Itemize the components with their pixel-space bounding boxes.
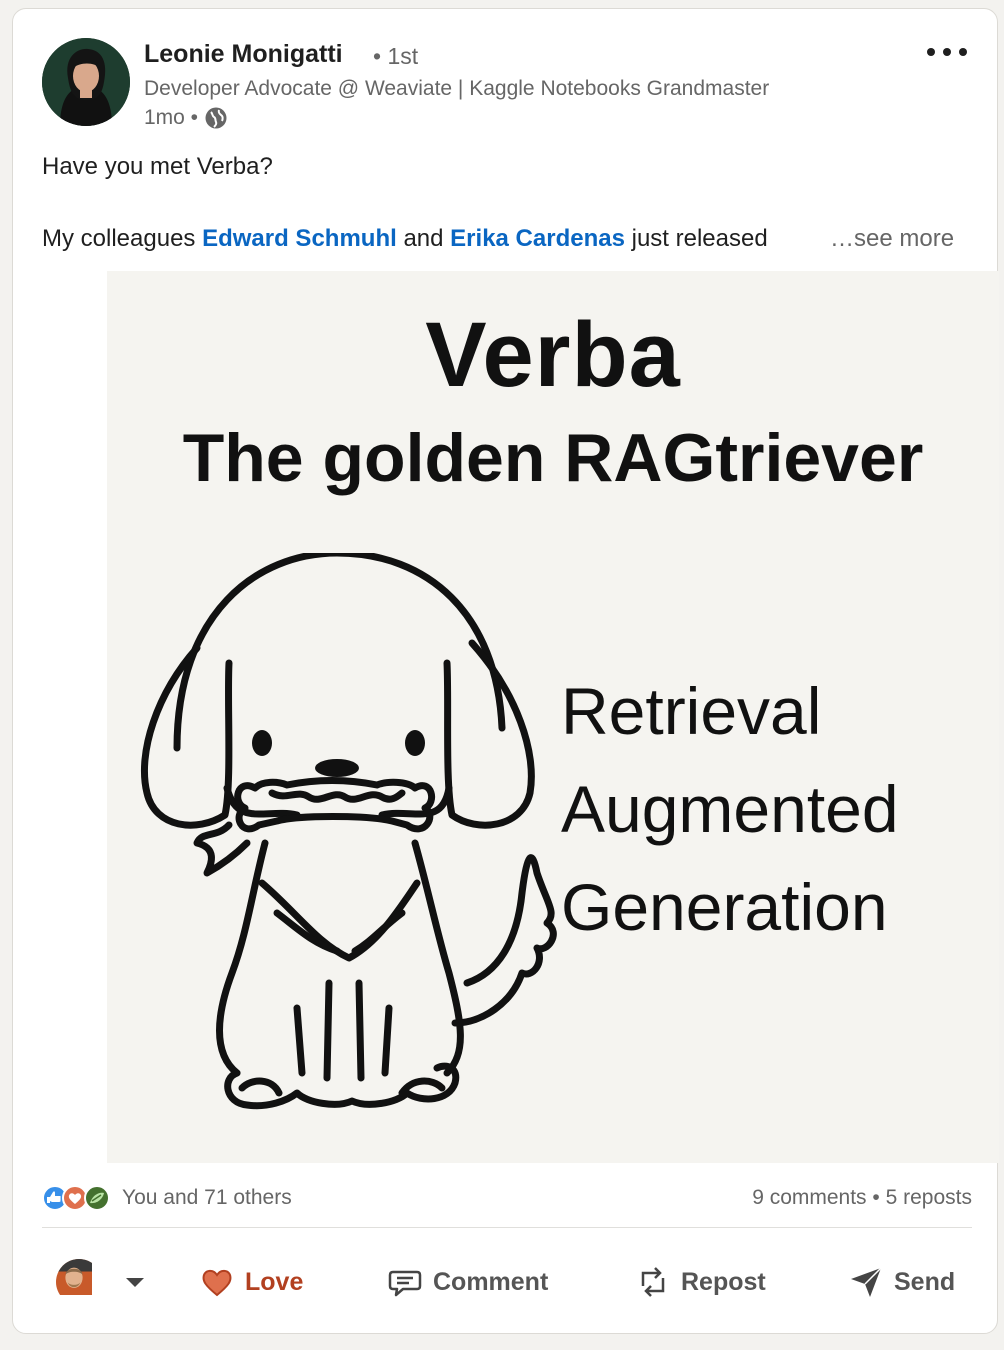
text-fragment: My colleagues <box>42 225 203 252</box>
user-avatar <box>56 1259 102 1305</box>
post-actions-bar: Love Comment Repost Send <box>42 1249 972 1315</box>
love-button[interactable]: Love <box>199 1249 303 1315</box>
see-more-link[interactable]: …see more <box>828 225 955 253</box>
globe-icon <box>204 106 228 130</box>
post-text-line1: Have you met Verba? <box>42 153 273 180</box>
post-image[interactable]: Verba The golden RAGtriever Retrieval Au… <box>107 271 999 1163</box>
comment-icon <box>388 1270 422 1297</box>
dot-icon <box>943 48 951 56</box>
heart-icon <box>202 1269 232 1297</box>
connection-degree: • 1st <box>373 43 419 69</box>
reactions-count[interactable]: You and 71 others <box>122 1186 292 1210</box>
dot-icon <box>959 48 967 56</box>
love-label: Love <box>245 1267 304 1296</box>
post-time: 1mo • <box>144 106 199 129</box>
reaction-icons[interactable] <box>42 1183 116 1213</box>
post-text-line2: My colleagues Edward Schmuhl and Erika C… <box>42 225 814 253</box>
repost-icon <box>641 1267 665 1297</box>
author-name[interactable]: Leonie Monigatti <box>144 40 343 69</box>
image-word-generation: Generation <box>561 870 888 944</box>
reposts-count[interactable]: 5 reposts <box>886 1186 972 1209</box>
count-separator: • <box>872 1186 880 1209</box>
image-subtitle: The golden RAGtriever <box>182 420 924 496</box>
author-avatar[interactable] <box>42 38 130 126</box>
insightful-icon <box>84 1185 110 1211</box>
more-options-button[interactable] <box>927 41 967 63</box>
comment-button[interactable]: Comment <box>387 1249 548 1315</box>
divider <box>42 1227 972 1228</box>
repost-button[interactable]: Repost <box>635 1249 766 1315</box>
comment-label: Comment <box>433 1267 549 1296</box>
dot-icon <box>927 48 935 56</box>
mention-erika-cardenas[interactable]: Erika Cardenas <box>450 225 625 252</box>
image-title: Verba <box>425 304 681 406</box>
send-icon <box>851 1267 882 1297</box>
chevron-down-icon <box>126 1277 144 1287</box>
text-fragment: and <box>396 225 451 252</box>
social-counts-row: You and 71 others 9 comments • 5 reposts <box>42 1181 972 1215</box>
send-label: Send <box>894 1267 956 1296</box>
author-headline: Developer Advocate @ Weaviate | Kaggle N… <box>144 77 770 100</box>
repost-label: Repost <box>681 1267 766 1296</box>
dog-illustration <box>140 553 557 1110</box>
post-meta: 1mo • <box>144 106 228 130</box>
image-word-retrieval: Retrieval <box>561 674 822 748</box>
send-button[interactable]: Send <box>848 1249 955 1315</box>
reaction-identity-selector[interactable] <box>56 1249 144 1315</box>
mention-edward-schmuhl[interactable]: Edward Schmuhl <box>202 225 397 252</box>
comments-reposts-counts: 9 comments • 5 reposts <box>752 1186 972 1210</box>
comments-count[interactable]: 9 comments <box>752 1186 866 1209</box>
image-word-augmented: Augmented <box>561 772 899 846</box>
text-fragment: just released <box>624 225 768 252</box>
post-card: Leonie Monigatti • 1st Developer Advocat… <box>12 8 999 1334</box>
